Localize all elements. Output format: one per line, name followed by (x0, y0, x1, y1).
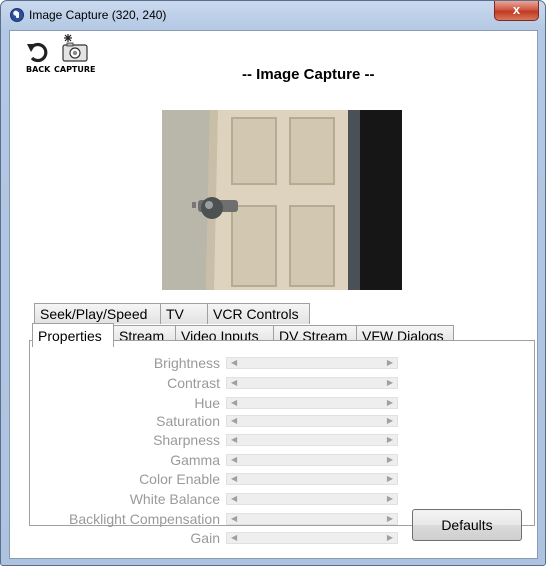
capture-label: CAPTURE (54, 65, 96, 74)
property-row-brightness: Brightness ◀ ▶ (30, 354, 430, 372)
gain-slider[interactable]: ◀ ▶ (226, 532, 398, 544)
property-row-contrast: Contrast ◀ ▶ (30, 374, 430, 392)
video-preview (162, 110, 402, 290)
defaults-button[interactable]: Defaults (412, 509, 522, 541)
gain-label: Gain (190, 530, 220, 546)
saturation-label: Saturation (156, 413, 220, 429)
back-label: BACK (26, 65, 51, 74)
capture-button[interactable]: CAPTURE (54, 33, 96, 74)
contrast-label: Contrast (167, 375, 220, 391)
window-title: Image Capture (320, 240) (29, 8, 167, 22)
property-row-backlight-compensation: Backlight Compensation ◀ ▶ (30, 510, 430, 528)
tab-seek-play-speed[interactable]: Seek/Play/Speed (34, 303, 161, 324)
camera-frame-image (162, 110, 402, 290)
white-balance-slider[interactable]: ◀ ▶ (226, 493, 398, 505)
sharpness-label: Sharpness (153, 432, 220, 448)
app-window: Image Capture (320, 240) x BACK CAPTURE … (0, 0, 546, 566)
white-balance-label: White Balance (129, 491, 220, 507)
slider-left-icon: ◀ (231, 455, 238, 464)
slider-left-icon: ◀ (231, 514, 238, 523)
slider-right-icon: ▶ (386, 474, 393, 483)
slider-right-icon: ▶ (386, 416, 393, 425)
slider-right-icon: ▶ (386, 358, 393, 367)
property-row-sharpness: Sharpness ◀ ▶ (30, 431, 430, 449)
slider-right-icon: ▶ (386, 455, 393, 464)
slider-right-icon: ▶ (386, 398, 393, 407)
slider-left-icon: ◀ (231, 533, 238, 542)
property-row-saturation: Saturation ◀ ▶ (30, 412, 430, 430)
tab-row-1: Seek/Play/Speed TV VCR Controls (34, 303, 334, 324)
slider-left-icon: ◀ (231, 474, 238, 483)
tab-tv[interactable]: TV (160, 303, 208, 324)
slider-right-icon: ▶ (386, 494, 393, 503)
page-title: -- Image Capture -- (242, 66, 375, 83)
slider-left-icon: ◀ (231, 378, 238, 387)
backlight-compensation-label: Backlight Compensation (69, 511, 220, 527)
tab-properties[interactable]: Properties (32, 323, 114, 347)
slider-right-icon: ▶ (386, 533, 393, 542)
hue-label: Hue (194, 395, 220, 411)
property-row-hue: Hue ◀ ▶ (30, 394, 430, 412)
close-button[interactable]: x (494, 1, 539, 21)
sharpness-slider[interactable]: ◀ ▶ (226, 434, 398, 446)
slider-left-icon: ◀ (231, 435, 238, 444)
properties-panel: Brightness ◀ ▶ Contrast ◀ ▶ Hue ◀ ▶ Saturat… (29, 340, 535, 546)
slider-right-icon: ▶ (386, 514, 393, 523)
property-row-white-balance: White Balance ◀ ▶ (30, 490, 430, 508)
title-bar[interactable]: Image Capture (320, 240) x (1, 1, 545, 29)
slider-left-icon: ◀ (231, 358, 238, 367)
brightness-slider[interactable]: ◀ ▶ (226, 357, 398, 369)
saturation-slider[interactable]: ◀ ▶ (226, 415, 398, 427)
property-row-gamma: Gamma ◀ ▶ (30, 451, 430, 469)
slider-left-icon: ◀ (231, 398, 238, 407)
app-icon (10, 8, 24, 22)
contrast-slider[interactable]: ◀ ▶ (226, 377, 398, 389)
slider-left-icon: ◀ (231, 494, 238, 503)
slider-right-icon: ▶ (386, 378, 393, 387)
tab-vcr-controls[interactable]: VCR Controls (207, 303, 310, 324)
color-enable-label: Color Enable (139, 471, 220, 487)
gamma-slider[interactable]: ◀ ▶ (226, 454, 398, 466)
hue-slider[interactable]: ◀ ▶ (226, 397, 398, 409)
back-arrow-icon (27, 42, 48, 63)
back-button[interactable]: BACK (26, 41, 50, 74)
property-row-gain: Gain ◀ ▶ (30, 529, 430, 547)
camera-flash-icon (62, 34, 88, 62)
gamma-label: Gamma (170, 452, 220, 468)
backlight-compensation-slider[interactable]: ◀ ▶ (226, 513, 398, 525)
color-enable-slider[interactable]: ◀ ▶ (226, 473, 398, 485)
property-row-color-enable: Color Enable ◀ ▶ (30, 470, 430, 488)
slider-left-icon: ◀ (231, 416, 238, 425)
slider-right-icon: ▶ (386, 435, 393, 444)
brightness-label: Brightness (153, 355, 220, 371)
